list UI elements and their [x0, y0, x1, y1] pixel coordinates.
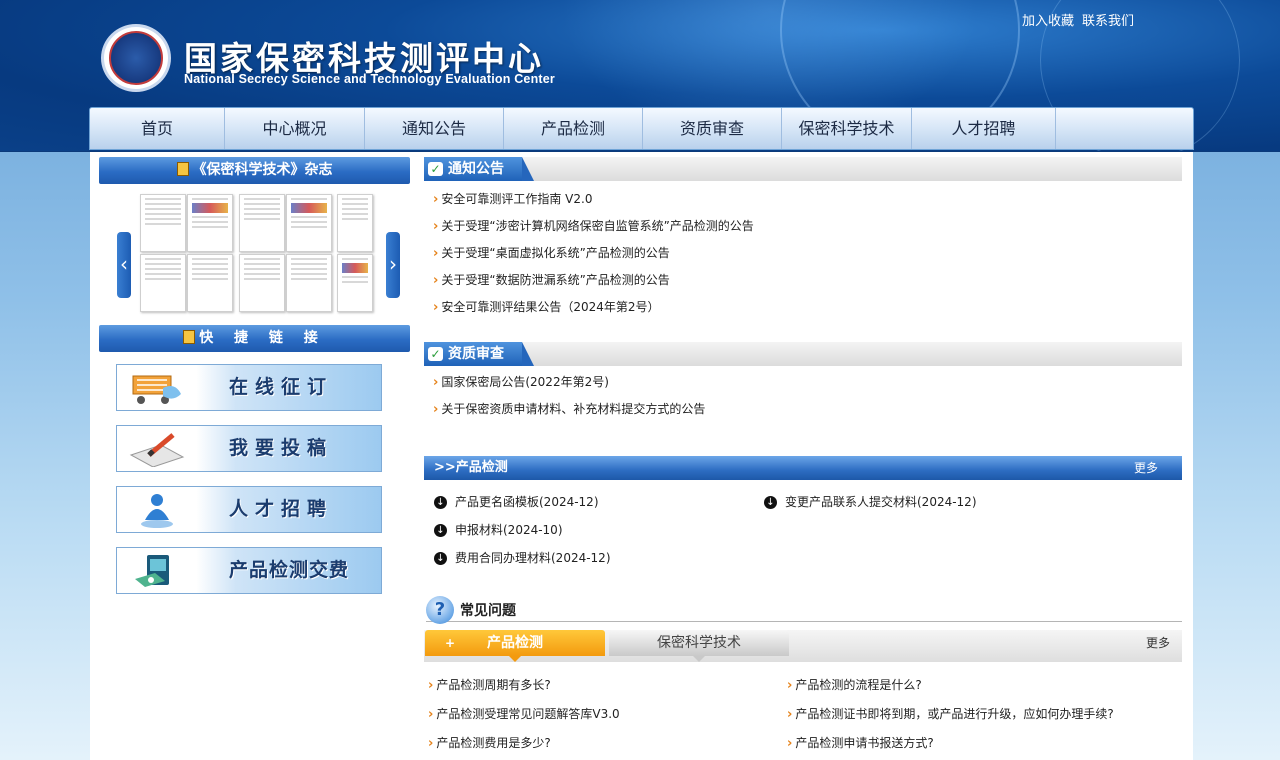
faq-tab-secrecy-science[interactable]: 保密科学技术	[609, 630, 789, 662]
notice-item[interactable]: 安全可靠测评工作指南 V2.0	[433, 186, 754, 213]
magazine-page-thumbnail[interactable]	[140, 194, 186, 252]
faq-tab-label: 产品检测	[487, 635, 543, 651]
check-icon: ✓	[428, 347, 443, 361]
recruitment-button[interactable]: 人才招聘	[116, 486, 382, 533]
tab-pointer-icon	[509, 656, 521, 662]
faq-tab-product-testing[interactable]: + 产品检测	[425, 630, 605, 662]
book-icon	[176, 162, 189, 176]
notices-title: 通知公告	[448, 161, 504, 177]
nav-product-testing[interactable]: 产品检测	[504, 108, 643, 149]
main-content: 《保密科学技术》杂志 ‹ › 快 捷 链 接 在线征订 我要投稿 人才招聘 产品…	[90, 152, 1193, 760]
shopping-cart-icon	[132, 375, 181, 404]
notice-item[interactable]: 安全可靠测评结果公告（2024年第2号）	[433, 294, 754, 321]
notices-list: 安全可靠测评工作指南 V2.0 关于受理“涉密计算机网络保密自监管系统”产品检测…	[433, 186, 754, 321]
pencil-paper-icon	[129, 433, 185, 467]
nav-secrecy-science[interactable]: 保密科学技术	[782, 108, 912, 149]
faq-item[interactable]: 产品检测的流程是什么?	[787, 673, 921, 697]
book-icon	[183, 330, 196, 344]
question-mark-icon: ?	[426, 596, 454, 624]
nav-notices[interactable]: 通知公告	[365, 108, 504, 149]
magazine-page-thumbnail[interactable]	[286, 254, 332, 312]
carousel-prev-button[interactable]: ‹	[117, 232, 131, 298]
download-item-label: 产品更名函模板(2024-12)	[455, 495, 599, 509]
nav-recruitment[interactable]: 人才招聘	[912, 108, 1056, 149]
magazine-page-thumbnail[interactable]	[239, 254, 285, 312]
download-item-label: 变更产品联系人提交材料(2024-12)	[785, 495, 977, 509]
submit-manuscript-button[interactable]: 我要投稿	[116, 425, 382, 472]
nav-qualification-review[interactable]: 资质审查	[643, 108, 782, 149]
top-links: 加入收藏 联系我们	[1022, 10, 1134, 29]
faq-tabs: + 产品检测 保密科学技术 更多	[424, 630, 1182, 662]
qualification-title: 资质审查	[448, 346, 504, 362]
qualification-list: 国家保密局公告(2022年第2号) 关于保密资质申请材料、补充材料提交方式的公告	[433, 369, 705, 423]
notices-tab[interactable]: ✓ 通知公告	[424, 157, 534, 181]
faq-title: 常见问题	[460, 603, 516, 619]
faq-item[interactable]: 产品检测受理常见问题解答库V3.0	[428, 702, 619, 726]
notice-item[interactable]: 关于受理“涉密计算机网络保密自监管系统”产品检测的公告	[433, 213, 753, 240]
product-testing-more-link[interactable]: 更多	[1134, 456, 1158, 480]
nav-home[interactable]: 首页	[90, 108, 225, 149]
download-item-label: 申报材料(2024-10)	[455, 523, 563, 537]
online-subscription-button[interactable]: 在线征订	[116, 364, 382, 411]
contact-us-link[interactable]: 联系我们	[1082, 10, 1134, 29]
tab-pointer-icon	[693, 656, 705, 662]
download-item[interactable]: ↓ 费用合同办理材料(2024-12)	[434, 546, 611, 570]
download-arrow-icon: ↓	[434, 552, 447, 565]
magazine-page-thumbnail[interactable]	[286, 194, 332, 252]
product-testing-section-header: >>产品检测 更多	[424, 456, 1182, 480]
magazine-page-thumbnail[interactable]	[337, 194, 373, 252]
site-header: 加入收藏 联系我们 国家保密科技测评中心 National Secrecy Sc…	[0, 0, 1280, 152]
download-item[interactable]: ↓ 产品更名函模板(2024-12)	[434, 490, 599, 514]
magazine-page-thumbnail[interactable]	[187, 254, 233, 312]
magazine-page-thumbnail[interactable]	[187, 194, 233, 252]
notice-item[interactable]: 关于受理“桌面虚拟化系统”产品检测的公告	[433, 240, 754, 267]
magazine-page-thumbnail[interactable]	[337, 254, 373, 312]
add-favorite-link[interactable]: 加入收藏	[1022, 10, 1074, 29]
qualification-section-header: ✓ 资质审查	[424, 342, 1182, 366]
download-arrow-icon: ↓	[764, 496, 777, 509]
product-testing-fee-button[interactable]: 产品检测交费	[116, 547, 382, 594]
plus-icon: +	[445, 636, 456, 650]
magazine-title: 《保密科学技术》杂志	[192, 162, 333, 178]
magazine-section-header: 《保密科学技术》杂志	[99, 157, 410, 184]
download-arrow-icon: ↓	[434, 524, 447, 537]
download-item-label: 费用合同办理材料(2024-12)	[455, 551, 611, 565]
nav-center-overview[interactable]: 中心概况	[225, 108, 365, 149]
logo-emblem-icon[interactable]	[101, 24, 171, 92]
main-nav: 首页 中心概况 通知公告 产品检测 资质审查 保密科学技术 人才招聘	[89, 107, 1194, 150]
faq-section-header: ? 常见问题	[426, 596, 1182, 624]
faq-item[interactable]: 产品检测周期有多长?	[428, 673, 550, 697]
check-icon: ✓	[428, 162, 443, 176]
download-item[interactable]: ↓ 变更产品联系人提交材料(2024-12)	[764, 490, 977, 514]
magazine-page-thumbnail[interactable]	[239, 194, 285, 252]
quick-links-section-header: 快 捷 链 接	[99, 325, 410, 352]
faq-item[interactable]: 产品检测费用是多少?	[428, 731, 550, 755]
quick-link-label: 在线征订	[229, 376, 334, 398]
payment-icon	[135, 555, 169, 587]
qualification-item[interactable]: 国家保密局公告(2022年第2号)	[433, 369, 705, 396]
notices-section-header: ✓ 通知公告	[424, 157, 1182, 181]
site-title-en: National Secrecy Science and Technology …	[184, 72, 556, 86]
faq-item[interactable]: 产品检测申请书报送方式?	[787, 731, 933, 755]
quick-links-title: 快 捷 链 接	[199, 330, 326, 346]
faq-item[interactable]: 产品检测证书即将到期，或产品进行升级，应如何办理手续?	[787, 702, 1113, 726]
quick-link-label: 我要投稿	[229, 437, 334, 459]
qualification-item[interactable]: 关于保密资质申请材料、补充材料提交方式的公告	[433, 396, 705, 423]
faq-more-link[interactable]: 更多	[1146, 634, 1170, 651]
download-item[interactable]: ↓ 申报材料(2024-10)	[434, 518, 563, 542]
person-icon	[141, 494, 173, 528]
download-arrow-icon: ↓	[434, 496, 447, 509]
product-testing-title: >>产品检测	[434, 460, 508, 475]
magazine-carousel: ‹ ›	[117, 190, 400, 312]
notice-item[interactable]: 关于受理“数据防泄漏系统”产品检测的公告	[433, 267, 754, 294]
carousel-next-button[interactable]: ›	[386, 232, 400, 298]
faq-tab-label: 保密科学技术	[657, 635, 741, 651]
quick-link-label: 产品检测交费	[229, 559, 350, 581]
qualification-tab[interactable]: ✓ 资质审查	[424, 342, 534, 366]
quick-link-label: 人才招聘	[229, 498, 334, 520]
magazine-page-thumbnail[interactable]	[140, 254, 186, 312]
